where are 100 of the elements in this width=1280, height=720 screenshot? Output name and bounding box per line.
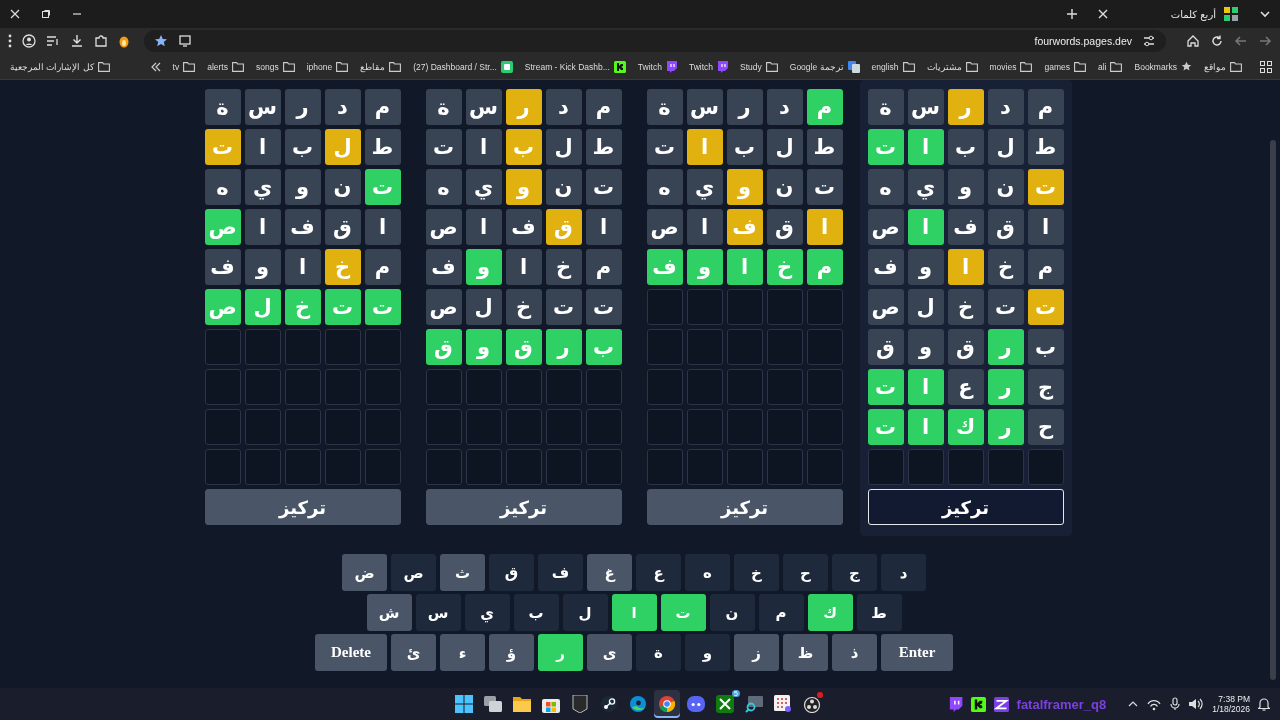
shield-icon [572,695,588,713]
letter-key[interactable]: ض [342,554,387,591]
focus-button[interactable]: تركيز [204,489,401,525]
close-icon[interactable] [10,9,20,19]
letter-key[interactable]: ه [685,554,730,591]
letter-tile: ت [1027,289,1064,325]
letter-key[interactable]: ح [783,554,828,591]
letter-key[interactable]: ف [538,554,583,591]
empty-tile [324,409,361,445]
letter-tile: ا [907,409,944,445]
letter-key[interactable]: ة [636,634,681,671]
download-icon[interactable] [70,34,84,48]
letter-tile: ل [324,129,361,165]
bookmark[interactable]: مشتريات [926,61,978,72]
scrollbar[interactable] [1270,140,1276,680]
letter-tile: ص [646,209,683,245]
letter-key[interactable]: ل [562,594,608,631]
address-bar[interactable]: fourwords.pages.dev [144,30,1166,52]
letter-tile: ت [646,129,683,165]
bookmark[interactable]: games [1044,61,1086,72]
star-icon[interactable] [154,34,168,48]
network-icon[interactable] [1146,697,1163,711]
bookmark[interactable]: iphone [306,61,349,72]
bookmark[interactable]: Stream - Kick Dashb... [524,60,626,73]
forward-icon[interactable] [1234,34,1248,48]
letter-tile: ف [646,249,683,285]
menu-icon[interactable] [8,34,12,48]
letter-key[interactable]: م [758,594,804,631]
volume-icon[interactable] [1188,697,1205,711]
letter-tile: ة [204,89,241,125]
back-icon[interactable] [1258,34,1272,48]
focus-button[interactable]: تركيز [425,489,622,525]
bookmark[interactable]: movies [989,61,1033,72]
letter-key[interactable]: ئ [391,634,436,671]
focus-button[interactable]: تركيز [646,489,843,525]
letter-key[interactable]: ى [587,634,632,671]
letter-tile: م [585,249,622,285]
letter-key[interactable]: ؤ [489,634,534,671]
letter-key[interactable]: ء [440,634,485,671]
bookmark[interactable]: alerts [207,61,244,72]
bookmark[interactable]: songs [255,61,295,72]
letter-key[interactable]: ص [391,554,436,591]
letter-key[interactable]: ذ [832,634,877,671]
media-list-icon[interactable] [46,34,60,48]
bookmark[interactable]: tv [172,61,196,72]
bookmark[interactable]: Bookmarks [1134,61,1192,72]
cast-icon[interactable] [178,34,192,48]
profile-icon[interactable] [22,34,36,48]
new-tab-icon[interactable] [1066,8,1078,20]
letter-key[interactable]: خ [734,554,779,591]
bookmark[interactable]: مواقع [1204,61,1242,72]
action-key[interactable]: Delete [315,634,387,671]
letter-key[interactable]: ث [440,554,485,591]
close-icon[interactable] [1098,9,1108,19]
letter-key[interactable]: ن [709,594,755,631]
restore-icon[interactable] [41,9,51,19]
letter-key[interactable]: ط [856,594,902,631]
letter-tile: ع [947,369,984,405]
site-settings-icon[interactable] [1142,34,1156,48]
empty-tile [284,369,321,405]
bookmark[interactable]: مقاطع [360,61,402,72]
bookmark[interactable]: كل الإشارات المرجعية [10,61,110,72]
bookmark[interactable]: Study [740,61,778,72]
letter-tile: خ [545,249,582,285]
notification-bell-icon[interactable] [1258,697,1270,711]
microphone-icon[interactable] [1170,697,1181,711]
home-icon[interactable] [1186,34,1200,48]
focus-button[interactable]: تركيز [867,489,1064,525]
extensions-icon[interactable] [94,34,108,48]
letter-tile: ط [1027,129,1064,165]
letter-key[interactable]: س [415,594,461,631]
action-key[interactable]: Enter [881,634,953,671]
edge-icon [629,695,647,713]
letter-key[interactable]: ي [464,594,510,631]
letter-key[interactable]: و [685,634,730,671]
letter-key[interactable]: ق [489,554,534,591]
chevron-icon[interactable] [150,61,161,72]
letter-key[interactable]: ب [513,594,559,631]
letter-key[interactable]: ظ [783,634,828,671]
bookmark[interactable]: Twitch [688,60,729,73]
taskbar-clock[interactable]: 7:38 PM 1/18/2026 [1212,693,1250,715]
empty-tile [806,289,843,325]
taskbar-app[interactable] [654,690,680,718]
caret-icon[interactable] [1128,700,1139,708]
empty-tile [465,449,502,485]
reload-icon[interactable] [1210,34,1224,48]
apps-grid-icon[interactable] [1260,60,1272,73]
letter-key[interactable]: د [881,554,926,591]
letter-key[interactable]: ع [636,554,681,591]
flame-extension-icon[interactable] [118,34,130,48]
bookmark[interactable]: ali [1097,61,1123,72]
letter-tile: ق [766,209,803,245]
bookmark[interactable]: english [871,61,915,72]
letter-key[interactable]: غ [587,554,632,591]
letter-key[interactable]: ج [832,554,877,591]
letter-key[interactable]: ش [366,594,412,631]
bookmark[interactable]: ترجمة Google [789,60,860,73]
bookmark[interactable]: Twitch [637,60,677,73]
bookmark[interactable]: (27) Dashboard / Str... [413,60,513,73]
letter-key[interactable]: ز [734,634,779,671]
